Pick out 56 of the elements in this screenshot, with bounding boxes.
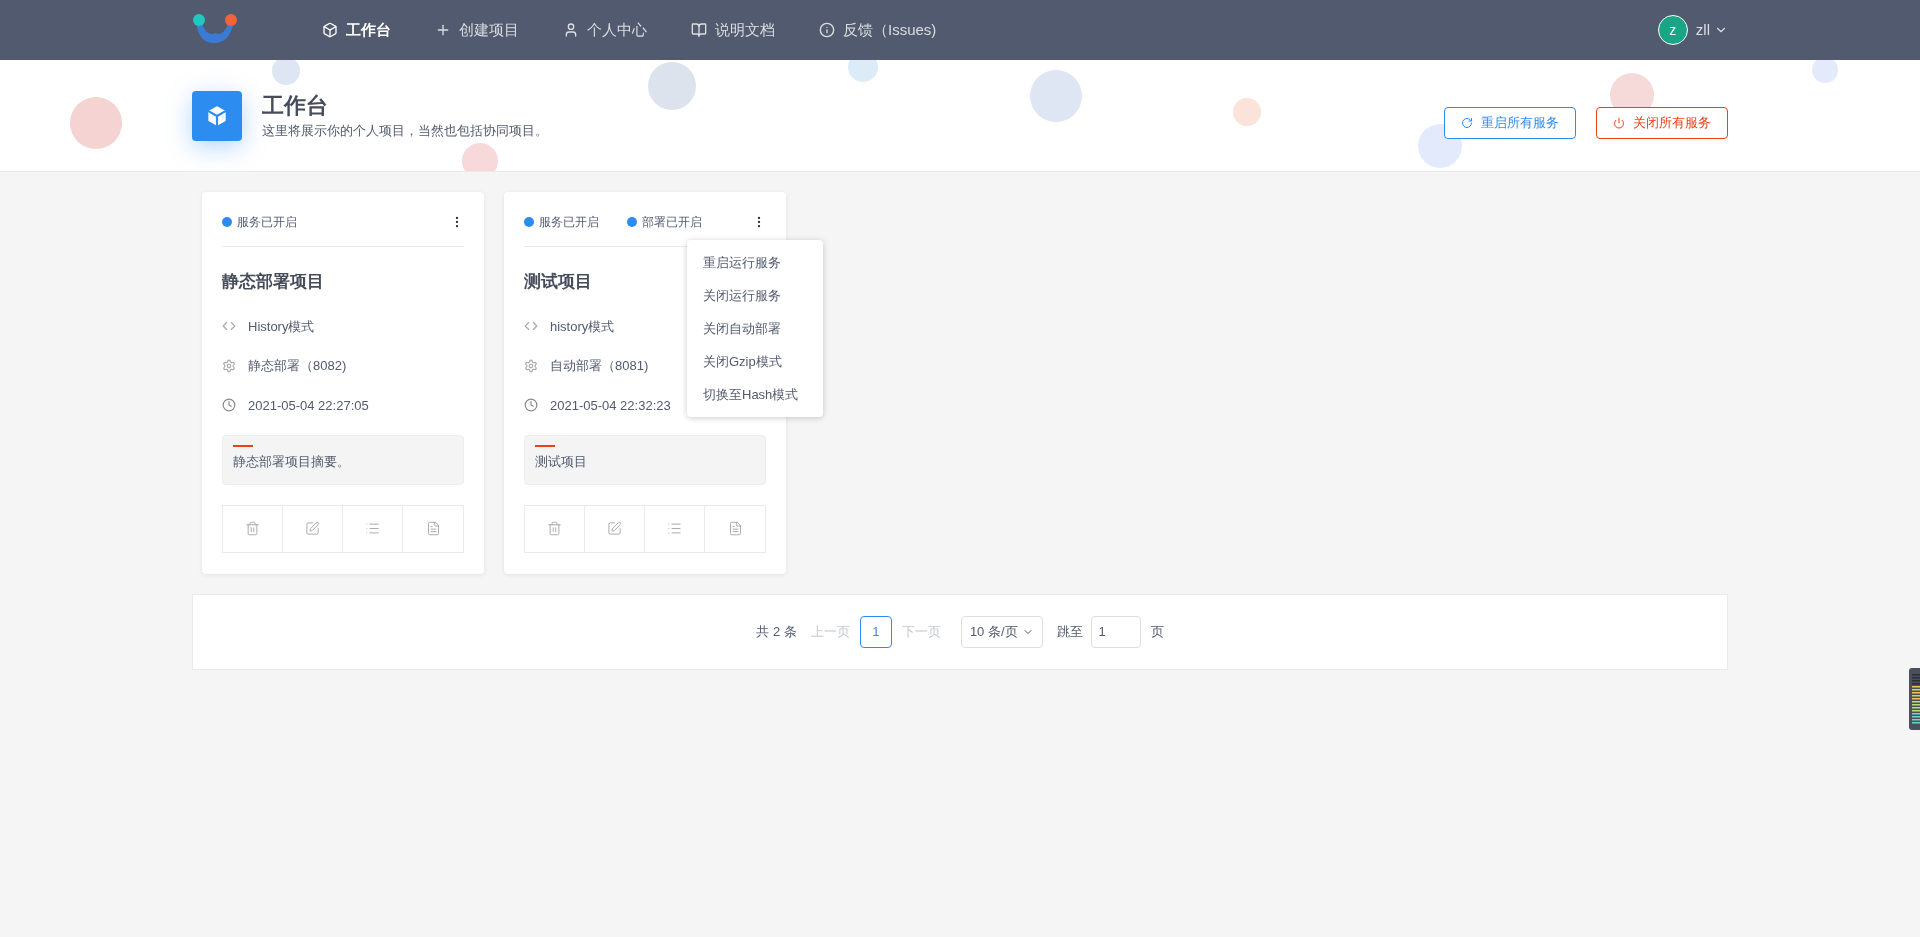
- list-icon: [667, 521, 682, 536]
- project-title: 静态部署项目: [222, 271, 325, 293]
- info-icon: [819, 22, 835, 38]
- gear-icon: [222, 358, 236, 373]
- nav-link[interactable]: 说明文档: [691, 18, 775, 42]
- status-label: 服务已开启: [539, 214, 599, 231]
- page-number[interactable]: 1: [859, 615, 892, 648]
- project-summary: 测试项目: [535, 453, 588, 471]
- menu-item[interactable]: 切换至Hash模式: [687, 378, 823, 411]
- menu-item[interactable]: 关闭自动部署: [687, 312, 823, 345]
- menu-item[interactable]: 关闭Gzip模式: [687, 345, 823, 378]
- nav-link[interactable]: 反馈（Issues): [819, 18, 937, 42]
- page-title: 工作台: [262, 91, 329, 120]
- project-title: 测试项目: [524, 271, 593, 293]
- user-name[interactable]: zll: [1695, 18, 1710, 42]
- route-mode: history模式: [550, 317, 615, 336]
- page-subtitle: 这里将展示你的个人项目，当然也包括协同项目。: [262, 121, 548, 140]
- list-icon: [365, 521, 380, 536]
- jump-label: 跳至: [1056, 622, 1083, 641]
- project-summary: 静态部署项目摘要。: [233, 453, 351, 471]
- user-icon: [563, 22, 579, 38]
- menu-item[interactable]: 重启运行服务: [687, 246, 823, 279]
- edit-icon: [607, 521, 622, 536]
- power-icon: [1613, 116, 1625, 129]
- created-time: 2021-05-04 22:32:23: [550, 396, 671, 415]
- book-icon: [691, 22, 707, 38]
- user-avatar[interactable]: z: [1657, 15, 1688, 45]
- total-count: 共 2 条: [756, 622, 797, 641]
- clock-icon: [524, 398, 538, 413]
- route-mode: History模式: [248, 317, 315, 336]
- page-suffix: 页: [1150, 622, 1164, 641]
- document-icon: [425, 521, 441, 536]
- document-icon: [727, 521, 743, 536]
- level-meter-drawing: [1909, 668, 1920, 730]
- status-label: 部署已开启: [642, 214, 702, 231]
- edit-icon: [305, 521, 320, 536]
- plus-icon: [435, 22, 451, 38]
- refresh-icon: [1461, 116, 1473, 129]
- deploy-info: 自动部署（8081): [550, 357, 649, 375]
- nav-link[interactable]: 创建项目: [435, 18, 519, 42]
- menu-item[interactable]: 关闭运行服务: [687, 279, 823, 312]
- trash-icon: [245, 521, 260, 536]
- cube-icon: [322, 22, 338, 38]
- nav-link[interactable]: 个人中心: [563, 18, 647, 42]
- nav-link[interactable]: 工作台: [322, 18, 391, 42]
- restart-all-button[interactable]: 重启所有服务: [1444, 106, 1576, 139]
- trash-icon: [547, 521, 562, 536]
- page-jump-input[interactable]: 1: [1090, 615, 1141, 648]
- cube-icon: [192, 90, 242, 141]
- created-time: 2021-05-04 22:27:05: [248, 396, 369, 415]
- status-label: 服务已开启: [237, 214, 297, 231]
- clock-icon: [222, 398, 236, 413]
- gear-icon: [524, 358, 538, 373]
- deploy-info: 静态部署（8082): [248, 357, 347, 375]
- page-size-select[interactable]: 10 条/页: [960, 615, 1043, 648]
- stop-all-button[interactable]: 关闭所有服务: [1596, 106, 1728, 139]
